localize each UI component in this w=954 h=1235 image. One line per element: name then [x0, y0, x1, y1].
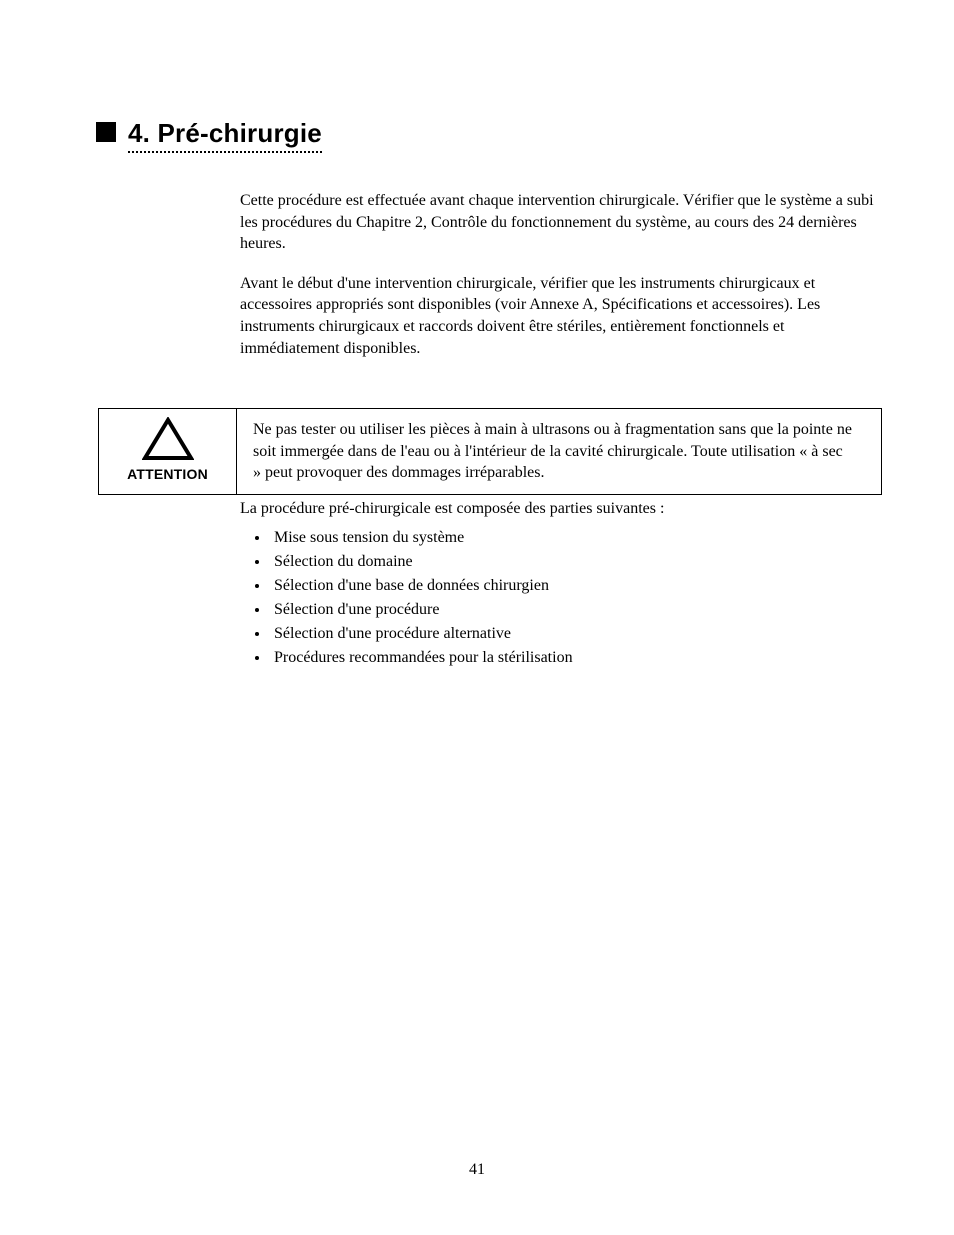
warning-triangle-icon — [142, 415, 194, 466]
chapter-header: 4. Pré-chirurgie — [96, 118, 322, 153]
intro-paragraph-2: Avant le début d'une intervention chirur… — [240, 273, 880, 359]
intro-block: Cette procédure est effectuée avant chaq… — [240, 190, 880, 377]
list-item: Sélection du domaine — [270, 550, 880, 574]
list-item: Mise sous tension du système — [270, 526, 880, 550]
procedure-block: La procédure pré-chirurgicale est compos… — [240, 498, 880, 670]
list-item: Sélection d'une procédure alternative — [270, 622, 880, 646]
caution-text: Ne pas tester ou utiliser les pièces à m… — [237, 409, 881, 494]
page: 4. Pré-chirurgie Cette procédure est eff… — [0, 0, 954, 1235]
list-item: Sélection d'une procédure — [270, 598, 880, 622]
caution-left-cell: ATTENTION — [99, 409, 237, 494]
chapter-marker-square — [96, 122, 116, 142]
chapter-title: 4. Pré-chirurgie — [128, 118, 322, 153]
list-item: Procédures recommandées pour la stérilis… — [270, 646, 880, 670]
caution-box: ATTENTION Ne pas tester ou utiliser les … — [98, 408, 882, 495]
list-item: Sélection d'une base de données chirurgi… — [270, 574, 880, 598]
intro-paragraph-1: Cette procédure est effectuée avant chaq… — [240, 190, 880, 255]
procedure-intro: La procédure pré-chirurgicale est compos… — [240, 498, 880, 520]
caution-attention-label: ATTENTION — [127, 466, 208, 482]
procedure-checklist: Mise sous tension du système Sélection d… — [270, 526, 880, 670]
page-number: 41 — [0, 1161, 954, 1179]
